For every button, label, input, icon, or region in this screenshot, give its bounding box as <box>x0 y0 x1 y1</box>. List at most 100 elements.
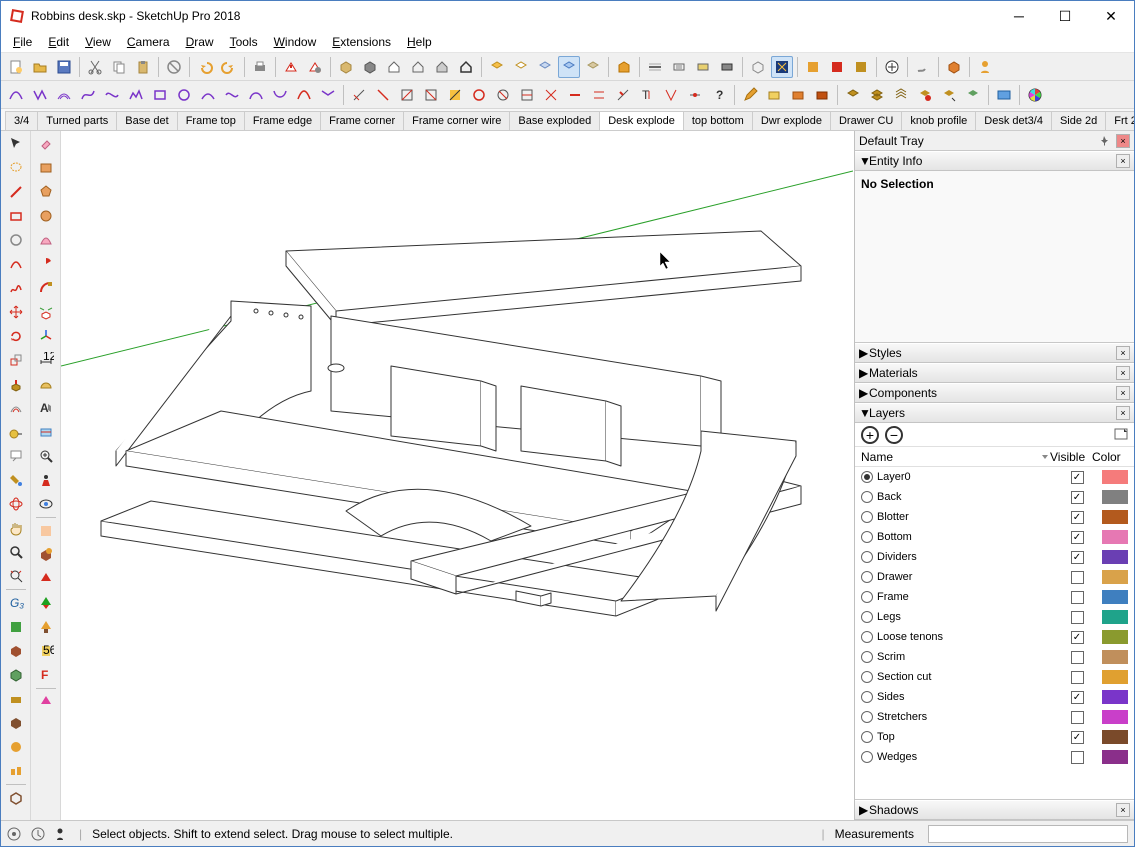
layer-row-legs[interactable]: Legs <box>855 607 1134 627</box>
scene-tab-3-4[interactable]: 3/4 <box>5 111 38 130</box>
ext-tool-2-icon[interactable] <box>5 616 27 638</box>
layer-color-swatch[interactable] <box>1102 670 1128 684</box>
ext2-1-icon[interactable] <box>35 520 57 542</box>
position-camera-icon[interactable] <box>35 469 57 491</box>
layer-radio[interactable] <box>861 571 873 583</box>
layer-radio[interactable] <box>861 591 873 603</box>
minimize-button[interactable]: ─ <box>996 1 1042 31</box>
render-icon[interactable] <box>993 84 1015 106</box>
layer-2-icon[interactable] <box>866 84 888 106</box>
dim-8-icon[interactable] <box>516 84 538 106</box>
plugin-2-icon[interactable] <box>826 56 848 78</box>
layer-row-scrim[interactable]: Scrim <box>855 647 1134 667</box>
scene-tab-frame-top[interactable]: Frame top <box>177 111 245 130</box>
layers-panel-head[interactable]: ▼Layers× <box>855 403 1134 423</box>
materials-panel-head[interactable]: ▶Materials× <box>855 363 1134 383</box>
circle-icon[interactable] <box>173 84 195 106</box>
dim-3-icon[interactable] <box>396 84 418 106</box>
protractor-icon[interactable] <box>35 373 57 395</box>
ext-tool-5-icon[interactable] <box>5 688 27 710</box>
rotate-tool-icon[interactable] <box>5 325 27 347</box>
redo-icon[interactable] <box>218 56 240 78</box>
scene-tab-dwr-explode[interactable]: Dwr explode <box>752 111 831 130</box>
warehouse-icon[interactable] <box>613 56 635 78</box>
components-panel-head[interactable]: ▶Components× <box>855 383 1134 403</box>
ext-tool-3-icon[interactable] <box>5 640 27 662</box>
open-file-icon[interactable] <box>29 56 51 78</box>
orbit-tool-icon[interactable] <box>5 493 27 515</box>
remove-layer-button[interactable]: − <box>885 426 903 444</box>
pie-tool-icon[interactable] <box>35 253 57 275</box>
layer-row-layer0[interactable]: Layer0✓ <box>855 467 1134 487</box>
cut-icon[interactable] <box>84 56 106 78</box>
dim-text-icon[interactable]: T <box>636 84 658 106</box>
layer-row-drawer[interactable]: Drawer <box>855 567 1134 587</box>
menu-file[interactable]: File <box>5 33 40 51</box>
dim-6-icon[interactable] <box>468 84 490 106</box>
tray-close-icon[interactable]: × <box>1116 134 1130 148</box>
save-icon[interactable] <box>53 56 75 78</box>
layer-row-wedges[interactable]: Wedges <box>855 747 1134 767</box>
dim-13-icon[interactable] <box>660 84 682 106</box>
layer-color-swatch[interactable] <box>1102 530 1128 544</box>
layer-row-loose-tenons[interactable]: Loose tenons✓ <box>855 627 1134 647</box>
text-tool-icon[interactable] <box>5 445 27 467</box>
layer-row-bottom[interactable]: Bottom✓ <box>855 527 1134 547</box>
color-wheel-icon[interactable] <box>1024 84 1046 106</box>
curve-2-icon[interactable] <box>221 84 243 106</box>
freehand-tool-icon[interactable] <box>5 277 27 299</box>
scene-tab-drawer-cu[interactable]: Drawer CU <box>830 111 902 130</box>
ext-tool-1-icon[interactable]: G₃ <box>5 592 27 614</box>
shadows-panel-head[interactable]: ▶Shadows× <box>855 800 1134 820</box>
components-close-icon[interactable]: × <box>1116 386 1130 400</box>
layer-row-sides[interactable]: Sides✓ <box>855 687 1134 707</box>
layer-row-back[interactable]: Back✓ <box>855 487 1134 507</box>
style-1-icon[interactable] <box>486 56 508 78</box>
dim-1-icon[interactable] <box>348 84 370 106</box>
styles-close-icon[interactable]: × <box>1116 346 1130 360</box>
ext2-7-icon[interactable]: F <box>35 664 57 686</box>
arc-1-icon[interactable] <box>5 84 27 106</box>
rect-icon[interactable] <box>149 84 171 106</box>
status-icon-3[interactable] <box>55 827 69 841</box>
menu-help[interactable]: Help <box>399 33 440 51</box>
section-icon[interactable] <box>644 56 666 78</box>
style-3-icon[interactable] <box>534 56 556 78</box>
layer-visible-checkbox[interactable]: ✓ <box>1071 691 1084 704</box>
layer-6-icon[interactable] <box>962 84 984 106</box>
follow-me-icon[interactable] <box>35 277 57 299</box>
layer-color-swatch[interactable] <box>1102 550 1128 564</box>
ext2-5-icon[interactable] <box>35 616 57 638</box>
polyline-icon[interactable] <box>125 84 147 106</box>
ext2-3-icon[interactable] <box>35 568 57 590</box>
entity-info-close-icon[interactable]: × <box>1116 154 1130 168</box>
scene-tab-frame-corner-wire[interactable]: Frame corner wire <box>403 111 510 130</box>
layer-4-icon[interactable] <box>914 84 936 106</box>
layer-radio[interactable] <box>861 471 873 483</box>
scene-tab-top-bottom[interactable]: top bottom <box>683 111 753 130</box>
layer-visible-checkbox[interactable]: ✓ <box>1071 551 1084 564</box>
layer-visible-checkbox[interactable] <box>1071 591 1084 604</box>
ext2-6-icon[interactable]: 56 <box>35 640 57 662</box>
layer-color-swatch[interactable] <box>1102 590 1128 604</box>
menu-camera[interactable]: Camera <box>119 33 178 51</box>
erase-icon[interactable] <box>163 56 185 78</box>
layer-radio[interactable] <box>861 511 873 523</box>
layer-row-dividers[interactable]: Dividers✓ <box>855 547 1134 567</box>
viewport[interactable] <box>61 131 854 820</box>
style-2-icon[interactable] <box>510 56 532 78</box>
tape-tool-icon[interactable] <box>5 421 27 443</box>
bezier-1-icon[interactable] <box>77 84 99 106</box>
layer-row-frame[interactable]: Frame <box>855 587 1134 607</box>
layer-visible-checkbox[interactable]: ✓ <box>1071 731 1084 744</box>
section-cut-icon[interactable] <box>716 56 738 78</box>
layer-radio[interactable] <box>861 491 873 503</box>
layer-color-swatch[interactable] <box>1102 610 1128 624</box>
layer-radio[interactable] <box>861 611 873 623</box>
layer-visible-checkbox[interactable]: ✓ <box>1071 491 1084 504</box>
style-5-icon[interactable] <box>582 56 604 78</box>
layer-visible-checkbox[interactable] <box>1071 611 1084 624</box>
ext-2-icon[interactable] <box>787 84 809 106</box>
menu-window[interactable]: Window <box>266 33 325 51</box>
layer-color-swatch[interactable] <box>1102 570 1128 584</box>
